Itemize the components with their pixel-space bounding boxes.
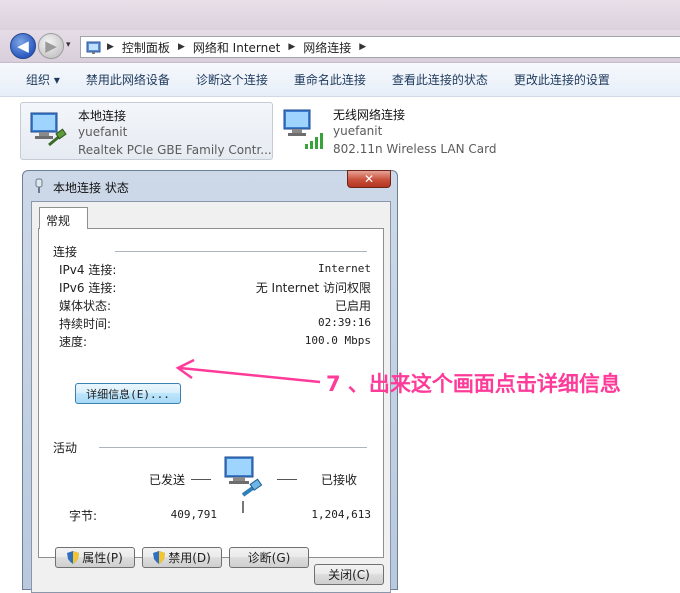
address-box[interactable]: ▶ 控制面板 ▶ 网络和 Internet ▶ 网络连接 ▶ [80,36,680,58]
organize-menu[interactable]: 组织 ▾ [26,71,60,88]
adapter-device: 802.11n Wireless LAN Card [333,142,497,156]
adapter-local-connection[interactable]: 本地连接 yuefanit Realtek PCIe GBE Family Co… [20,102,273,160]
network-activity-icon [224,456,263,497]
rename-connection-button[interactable]: 重命名此连接 [294,71,366,88]
command-bar: 组织 ▾ 禁用此网络设备 诊断这个连接 重命名此连接 查看此连接的状态 更改此连… [0,63,680,97]
annotation-arrow-icon [175,358,321,384]
annotation-text: 7 、出来这个画面点击详细信息 [326,372,621,396]
divider [277,479,297,480]
window-titlebar [0,0,680,30]
computer-network-icon [30,112,67,147]
network-plug-icon [35,178,43,193]
properties-label: 属性(P) [82,551,123,565]
shield-icon [153,551,166,564]
diagnose-connection-button[interactable]: 诊断这个连接 [196,71,268,88]
divider [99,447,367,448]
received-label: 已接收 [321,473,358,487]
divider [191,479,211,480]
crumb-chevron-icon[interactable]: ▶ [359,42,366,52]
speed-value: 100.0 Mbps [304,334,371,347]
bytes-sent-value: 409,791 [170,508,217,521]
sent-label: 已发送 [149,473,186,487]
duration-value: 02:39:16 [318,316,371,329]
activity-heading: 活动 [53,441,78,455]
wireless-signal-icon [305,133,323,149]
view-status-button[interactable]: 查看此连接的状态 [392,71,488,88]
adapter-name: 本地连接 [78,109,127,123]
connection-heading: 连接 [53,245,78,259]
change-settings-button[interactable]: 更改此连接的设置 [514,71,610,88]
properties-button[interactable]: 属性(P) [55,547,135,568]
crumb-control-panel[interactable]: 控制面板 [122,39,170,56]
history-dropdown-icon[interactable]: ▾ [66,40,71,50]
bytes-label: 字节: [69,509,98,523]
crumb-chevron-icon[interactable]: ▶ [288,42,295,52]
crumb-network-connections[interactable]: 网络连接 [303,39,351,56]
shield-icon [67,551,80,564]
disable-button[interactable]: 禁用(D) [142,547,222,568]
network-folder-icon [86,41,101,54]
divider [115,251,367,252]
bytes-received-value: 1,204,613 [311,508,371,521]
media-state-label: 媒体状态: [59,299,112,313]
speed-label: 速度: [59,335,88,349]
back-button[interactable]: ◀ [10,33,36,59]
disable-label: 禁用(D) [168,551,211,565]
ipv4-label: IPv4 连接: [59,263,117,277]
diagnose-button[interactable]: 诊断(G) [229,547,309,568]
forward-button[interactable]: ▶ [38,33,64,59]
activity-connector [242,501,244,513]
duration-label: 持续时间: [59,317,112,331]
disable-device-button[interactable]: 禁用此网络设备 [86,71,170,88]
crumb-chevron-icon[interactable]: ▶ [178,42,185,52]
ipv4-value: Internet [318,262,371,275]
dialog-title: 本地连接 状态 [53,181,129,195]
adapter-network: yuefanit [333,124,383,138]
adapter-network: yuefanit [78,125,128,139]
crumb-network-internet[interactable]: 网络和 Internet [193,39,280,56]
ipv6-label: IPv6 连接: [59,281,117,295]
adapter-device: Realtek PCIe GBE Family Contr... [78,143,272,157]
close-icon[interactable]: ✕ [347,170,391,188]
adapter-name: 无线网络连接 [333,108,406,122]
media-state-value: 已启用 [334,299,371,313]
close-button[interactable]: 关闭(C) [314,564,384,585]
tab-general[interactable]: 常规 [39,207,88,229]
ipv6-value: 无 Internet 访问权限 [255,281,371,295]
details-button[interactable]: 详细信息(E)... [75,383,181,404]
adapter-wireless-connection[interactable]: 无线网络连接 yuefanit 802.11n Wireless LAN Car… [276,102,536,158]
crumb-chevron-icon[interactable]: ▶ [107,42,114,52]
